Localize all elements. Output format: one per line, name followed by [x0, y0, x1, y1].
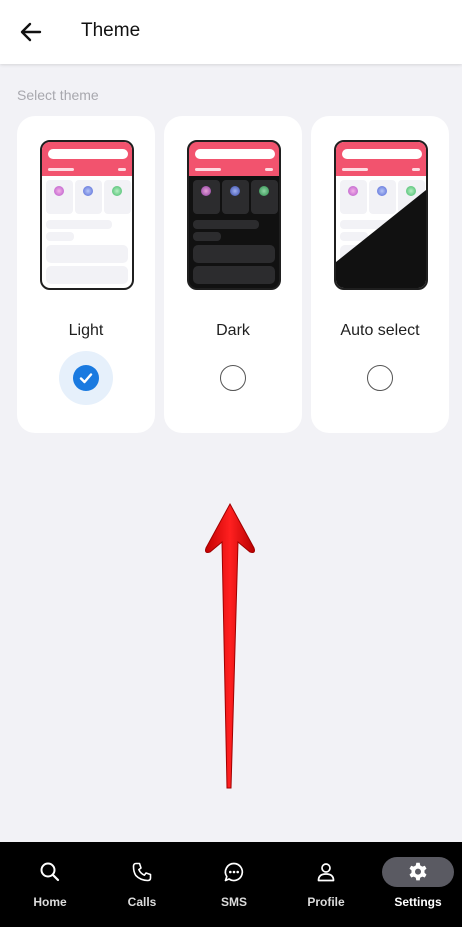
checkmark-icon — [79, 373, 93, 384]
gear-icon — [409, 862, 427, 881]
nav-label-home: Home — [33, 895, 67, 909]
phone-icon — [132, 862, 152, 882]
nav-sms[interactable]: SMS — [188, 842, 280, 927]
nav-home[interactable]: Home — [4, 842, 96, 927]
app-header: Theme — [0, 0, 462, 64]
nav-label-profile: Profile — [307, 895, 345, 909]
dark-theme-preview — [187, 140, 281, 290]
nav-label-sms: SMS — [220, 895, 247, 909]
theme-option-light[interactable]: Light — [17, 116, 155, 433]
theme-option-dark[interactable]: Dark — [164, 116, 302, 433]
option-label-auto: Auto select — [340, 322, 420, 339]
annotation-arrow-icon — [205, 502, 255, 789]
auto-radio-wrap[interactable] — [353, 351, 407, 405]
light-radio-checked[interactable] — [73, 365, 99, 391]
nav-settings[interactable]: Settings — [372, 842, 462, 927]
auto-radio[interactable] — [367, 365, 393, 391]
option-label-dark: Dark — [216, 322, 250, 339]
nav-calls[interactable]: Calls — [96, 842, 188, 927]
theme-option-auto[interactable]: Auto select — [311, 116, 449, 433]
chat-icon — [224, 862, 244, 882]
search-icon — [40, 862, 60, 882]
person-icon — [317, 863, 335, 882]
dark-radio[interactable] — [220, 365, 246, 391]
nav-label-calls: Calls — [127, 895, 157, 909]
nav-profile[interactable]: Profile — [280, 842, 372, 927]
option-label-light: Light — [68, 322, 104, 339]
auto-theme-preview — [334, 140, 428, 290]
back-button[interactable] — [14, 16, 48, 48]
light-theme-preview — [40, 140, 134, 290]
dark-radio-wrap[interactable] — [206, 351, 260, 405]
nav-label-settings: Settings — [394, 895, 442, 909]
section-label: Select theme — [17, 87, 99, 103]
page-title: Theme — [81, 20, 141, 41]
bottom-nav: Home Calls SMS Profile Settings — [0, 842, 462, 927]
light-radio-wrap[interactable] — [59, 351, 113, 405]
back-arrow-icon — [20, 22, 42, 42]
